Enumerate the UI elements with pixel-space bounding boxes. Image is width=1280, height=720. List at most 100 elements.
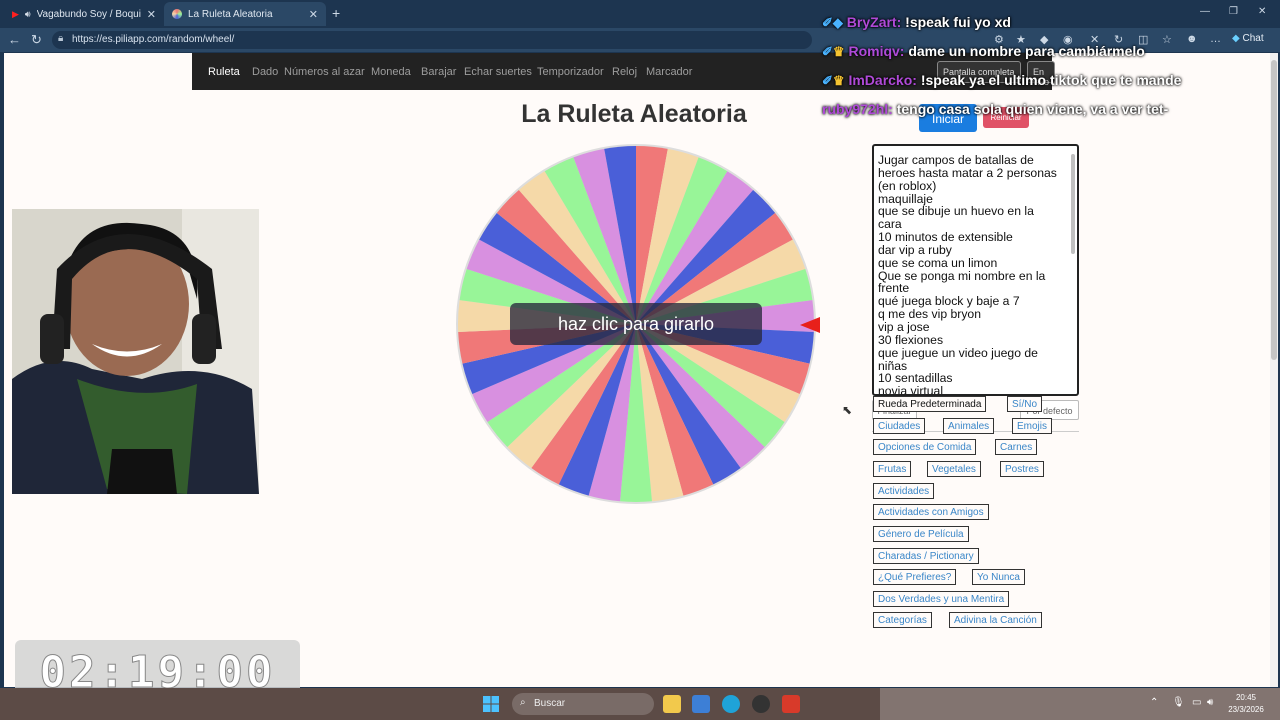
collections-icon[interactable]: ☆ xyxy=(1162,33,1172,46)
copilot-chat-button[interactable]: ◆ Chat xyxy=(1232,33,1264,44)
clock-date: 23/3/2026 xyxy=(1228,705,1264,714)
minimize-icon[interactable]: — xyxy=(1200,6,1210,17)
store-icon[interactable] xyxy=(692,695,710,713)
tab-label: La Ruleta Aleatoria xyxy=(188,8,273,20)
chat-text: dame un nombre para cambiármelo xyxy=(908,43,1145,59)
copilot-icon: ◆ xyxy=(1232,33,1240,44)
page-title: La Ruleta Aleatoria xyxy=(521,100,747,128)
nav-barajar[interactable]: Barajar xyxy=(421,66,456,78)
close-tab-icon[interactable]: ✕ xyxy=(309,8,318,21)
chat-text: !speak ya el ultimo tiktok que te mande xyxy=(920,72,1182,88)
address-bar[interactable]: 🔒︎ https://es.piliapp.com/random/wheel/ xyxy=(52,31,812,49)
preset-chip[interactable]: Opciones de Comida xyxy=(873,439,977,455)
chat-text: tengo casa sola quien viene, va a ver te… xyxy=(896,101,1169,117)
nav-marcador[interactable]: Marcador xyxy=(646,66,692,78)
preset-chip[interactable]: Frutas xyxy=(873,461,912,477)
option-line: Jugar campos de batallas de xyxy=(878,153,1034,167)
spin-hint-label[interactable]: haz clic para girarlo xyxy=(510,303,762,345)
preset-chip[interactable]: Emojis xyxy=(1012,418,1053,434)
app-f-icon[interactable] xyxy=(782,695,800,713)
nav-ruleta[interactable]: Ruleta xyxy=(208,66,240,78)
volume-icon[interactable]: 🔊︎ xyxy=(1207,697,1213,708)
edge-icon[interactable] xyxy=(722,695,740,713)
preset-chip[interactable]: Vegetales xyxy=(927,461,981,477)
chat-message: ✐♛ Romiqv: dame un nombre para cambiárme… xyxy=(822,43,1145,60)
option-line: heroes hasta matar a 2 personas xyxy=(878,165,1057,180)
option-line: novia virtual xyxy=(878,384,944,396)
chat-message: ruby972hl: tengo casa sola quien viene, … xyxy=(822,101,1168,117)
wallpaper-blur xyxy=(880,688,1280,720)
back-icon[interactable]: ← xyxy=(8,32,21,47)
file-explorer-icon[interactable] xyxy=(663,695,681,713)
chat-label: Chat xyxy=(1242,33,1264,44)
refresh-icon[interactable]: ↻ xyxy=(31,32,42,48)
close-tab-icon[interactable]: ✕ xyxy=(147,8,156,21)
option-line: (en roblox) xyxy=(878,178,937,193)
chat-username: ImDarcko: xyxy=(848,72,917,88)
piliapp-favicon-icon xyxy=(172,9,182,19)
chat-message: ✐♛ ImDarcko: !speak ya el ultimo tiktok … xyxy=(822,72,1181,89)
nav-echar-suertes[interactable]: Echar suertes xyxy=(464,66,532,78)
page-scrollbar-thumb[interactable] xyxy=(1271,60,1277,360)
options-textarea[interactable]: Jugar campos de batallas de heroes hasta … xyxy=(872,144,1079,396)
preset-chip[interactable]: Yo Nunca xyxy=(972,569,1025,585)
lock-icon: 🔒︎ xyxy=(58,33,64,44)
obs-icon[interactable] xyxy=(752,695,770,713)
close-window-icon[interactable]: ✕ xyxy=(1258,6,1266,17)
option-line: 10 minutos de extensible xyxy=(878,230,1013,245)
taskbar-search[interactable]: ⌕ Buscar xyxy=(512,693,654,715)
preset-chip[interactable]: ¿Qué Prefieres? xyxy=(873,569,957,585)
preset-chip[interactable]: Género de Película xyxy=(873,526,969,542)
textarea-scrollbar[interactable] xyxy=(1071,154,1075,254)
clock-time: 20:45 xyxy=(1235,693,1257,702)
sword-icon: ✐ xyxy=(822,44,833,59)
chat-username: Romiqv: xyxy=(848,43,905,59)
chat-username: BryZart: xyxy=(846,14,902,30)
nav-moneda[interactable]: Moneda xyxy=(371,66,411,78)
tray-chevron-icon[interactable]: ⌃ xyxy=(1150,697,1158,708)
tab-vagabundo[interactable]: ▶ 🔊︎ Vagabundo Soy / Boquita de ✕ xyxy=(4,2,164,26)
maximize-icon[interactable]: ❐ xyxy=(1229,6,1238,17)
preset-chip[interactable]: Adivina la Canción xyxy=(949,612,1042,628)
preset-chip[interactable]: Rueda Predeterminada xyxy=(873,396,987,412)
preset-chip[interactable]: Actividades xyxy=(873,483,935,499)
preset-chip[interactable]: Categorías xyxy=(873,612,932,628)
windows-start-icon[interactable] xyxy=(483,696,499,712)
nav-temporizador[interactable]: Temporizador xyxy=(537,66,604,78)
windows-taskbar: ⌕ Buscar ⌃ 🎙︎ ▭ 🔊︎ 20:45 23/3/2026 xyxy=(0,688,1280,720)
preset-chip[interactable]: Carnes xyxy=(995,439,1038,455)
preset-chip[interactable]: Charadas / Pictionary xyxy=(873,548,979,564)
microphone-icon[interactable]: 🎙︎ xyxy=(1172,697,1185,708)
youtube-icon: ▶ xyxy=(12,8,19,19)
cube-icon: ◆ xyxy=(832,15,843,30)
preset-chip[interactable]: Postres xyxy=(1000,461,1044,477)
preset-chip[interactable]: Actividades con Amigos xyxy=(873,504,989,520)
option-line: que se coma un limon xyxy=(878,255,998,270)
webcam-feed xyxy=(12,209,259,494)
nav-numeros[interactable]: Números al azar xyxy=(284,66,365,78)
preset-chip[interactable]: Dos Verdades y una Mentira xyxy=(873,591,1010,607)
sword-icon: ✐ xyxy=(822,73,833,88)
tab-ruleta[interactable]: La Ruleta Aleatoria ✕ xyxy=(164,2,326,26)
mouse-cursor-icon: ⬉ xyxy=(842,403,853,417)
crown-icon: ♛ xyxy=(832,73,845,88)
nav-dado[interactable]: Dado xyxy=(252,66,278,78)
options-list: Jugar campos de batallas de heroes hasta … xyxy=(874,146,1077,396)
new-tab-icon[interactable]: + xyxy=(332,5,340,21)
preset-chip[interactable]: Animales xyxy=(943,418,995,434)
nav-reloj[interactable]: Reloj xyxy=(612,66,637,78)
network-icon[interactable]: ▭ xyxy=(1192,697,1201,708)
option-line: vip a jose xyxy=(878,319,930,334)
profile-icon[interactable]: ☻ xyxy=(1186,33,1198,45)
tab-label: Vagabundo Soy / Boquita de xyxy=(36,8,141,20)
chat-text: !speak fui yo xd xyxy=(905,14,1011,30)
more-icon[interactable]: … xyxy=(1210,33,1221,45)
system-clock[interactable]: 20:45 23/3/2026 xyxy=(1226,692,1266,716)
search-placeholder: Buscar xyxy=(534,698,566,709)
audio-icon[interactable]: 🔊︎ xyxy=(25,9,31,20)
sword-icon: ✐ xyxy=(822,15,833,30)
browser-tab-bar: ▶ 🔊︎ Vagabundo Soy / Boquita de ✕ La Rul… xyxy=(0,0,1280,28)
option-line: dar vip a ruby xyxy=(878,242,952,257)
preset-chip[interactable]: Ciudades xyxy=(873,418,926,434)
preset-chip[interactable]: Sí/No xyxy=(1007,396,1043,412)
